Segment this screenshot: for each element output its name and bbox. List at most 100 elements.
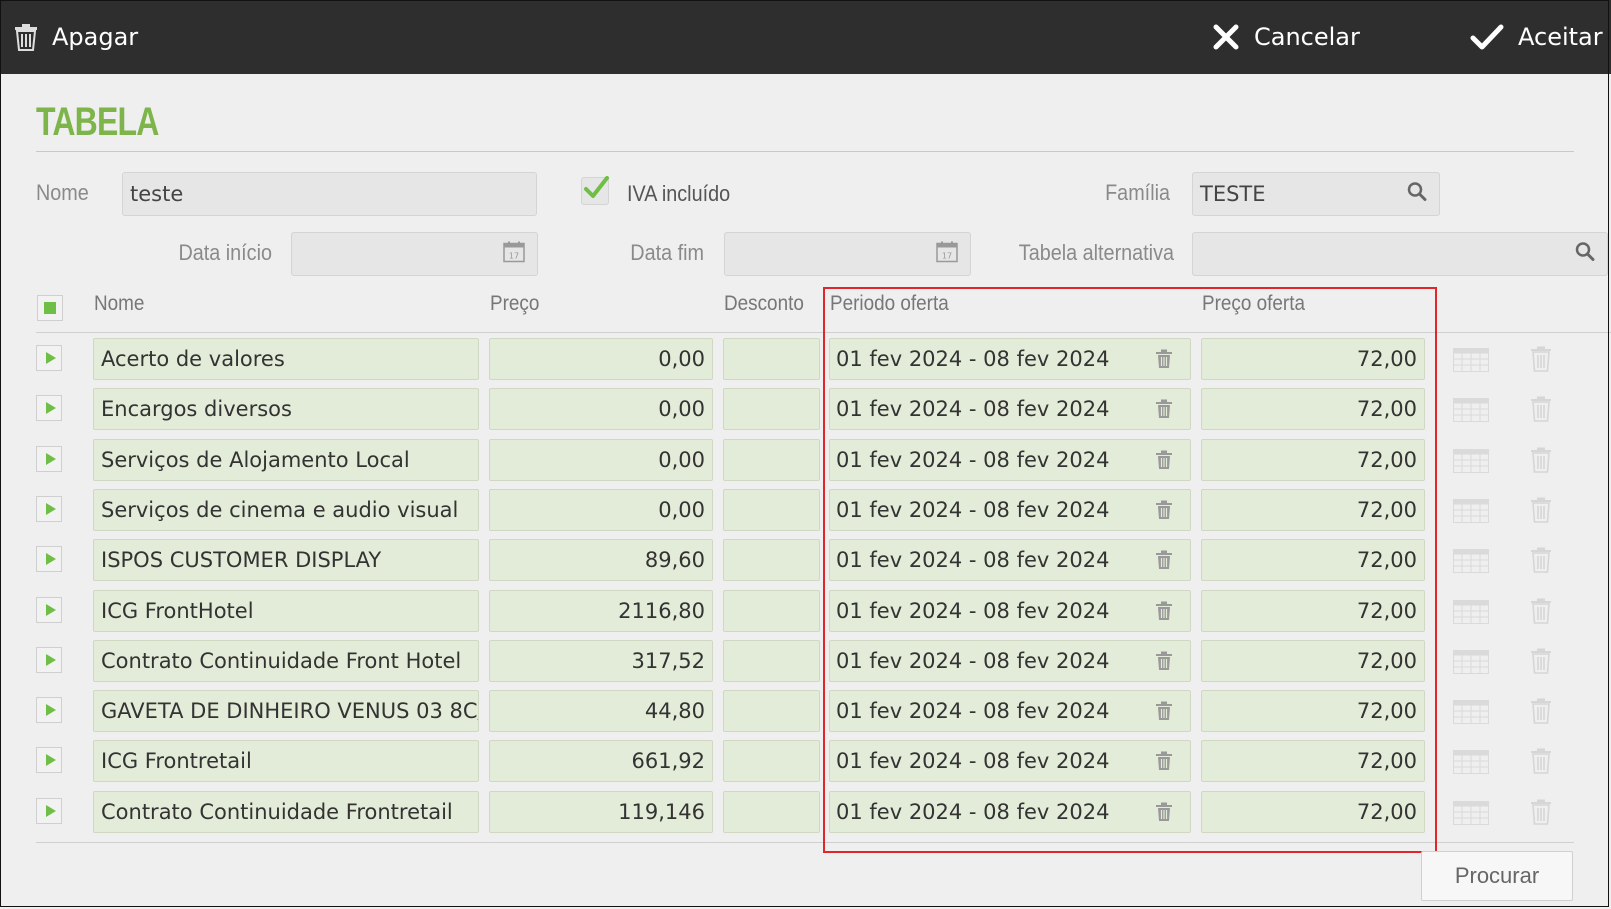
row-discount-cell[interactable]: [723, 740, 820, 782]
table-grid-icon[interactable]: [1453, 398, 1489, 426]
clear-period-trash-icon[interactable]: [1156, 399, 1172, 424]
row-price-cell[interactable]: 0,00: [489, 439, 713, 481]
start-date-field[interactable]: 17: [291, 232, 538, 276]
row-name-cell[interactable]: Contrato Continuidade Front Hotel: [93, 640, 479, 682]
delete-row-trash-icon[interactable]: [1531, 799, 1551, 829]
delete-row-trash-icon[interactable]: [1531, 648, 1551, 678]
row-offer-period-cell[interactable]: 01 fev 2024 - 08 fev 2024: [829, 640, 1191, 682]
row-discount-cell[interactable]: [723, 489, 820, 531]
expand-row-button[interactable]: [36, 798, 62, 824]
expand-row-button[interactable]: [36, 647, 62, 673]
row-offer-price-cell[interactable]: 72,00: [1201, 338, 1425, 380]
row-offer-price-cell[interactable]: 72,00: [1201, 791, 1425, 833]
delete-row-trash-icon[interactable]: [1531, 497, 1551, 527]
end-date-field[interactable]: 17: [724, 232, 971, 276]
row-price-cell[interactable]: 0,00: [489, 338, 713, 380]
table-grid-icon[interactable]: [1453, 348, 1489, 376]
row-offer-period-cell[interactable]: 01 fev 2024 - 08 fev 2024: [829, 690, 1191, 732]
expand-row-button[interactable]: [36, 546, 62, 572]
row-discount-cell[interactable]: [723, 690, 820, 732]
header-offer-price[interactable]: Preço oferta: [1202, 292, 1305, 316]
clear-period-trash-icon[interactable]: [1156, 550, 1172, 575]
table-grid-icon[interactable]: [1453, 549, 1489, 577]
table-grid-icon[interactable]: [1453, 449, 1489, 477]
row-offer-price-cell[interactable]: 72,00: [1201, 740, 1425, 782]
row-name-cell[interactable]: Encargos diversos: [93, 388, 479, 430]
row-name-cell[interactable]: ICG Frontretail: [93, 740, 479, 782]
row-offer-period-cell[interactable]: 01 fev 2024 - 08 fev 2024: [829, 489, 1191, 531]
expand-row-button[interactable]: [36, 345, 62, 371]
row-price-cell[interactable]: 119,146: [489, 791, 713, 833]
row-offer-price-cell[interactable]: 72,00: [1201, 439, 1425, 481]
table-grid-icon[interactable]: [1453, 801, 1489, 829]
table-grid-icon[interactable]: [1453, 750, 1489, 778]
name-field[interactable]: teste: [122, 172, 537, 216]
vat-included-checkbox[interactable]: [581, 176, 609, 205]
row-price-cell[interactable]: 2116,80: [489, 590, 713, 632]
header-price[interactable]: Preço: [490, 292, 539, 316]
row-price-cell[interactable]: 317,52: [489, 640, 713, 682]
delete-row-trash-icon[interactable]: [1531, 346, 1551, 376]
calendar-icon[interactable]: 17: [503, 241, 525, 268]
header-offer-period[interactable]: Periodo oferta: [830, 292, 949, 316]
row-discount-cell[interactable]: [723, 388, 820, 430]
clear-period-trash-icon[interactable]: [1156, 701, 1172, 726]
search-icon[interactable]: [1575, 242, 1595, 267]
row-name-cell[interactable]: ISPOS CUSTOMER DISPLAY: [93, 539, 479, 581]
row-discount-cell[interactable]: [723, 439, 820, 481]
row-discount-cell[interactable]: [723, 338, 820, 380]
delete-row-trash-icon[interactable]: [1531, 598, 1551, 628]
row-offer-period-cell[interactable]: 01 fev 2024 - 08 fev 2024: [829, 791, 1191, 833]
clear-period-trash-icon[interactable]: [1156, 802, 1172, 827]
row-name-cell[interactable]: GAVETA DE DINHEIRO VENUS 03 8C/4B: [93, 690, 479, 732]
row-name-cell[interactable]: Contrato Continuidade Frontretail: [93, 791, 479, 833]
row-offer-price-cell[interactable]: 72,00: [1201, 539, 1425, 581]
row-discount-cell[interactable]: [723, 590, 820, 632]
expand-row-button[interactable]: [36, 747, 62, 773]
row-offer-period-cell[interactable]: 01 fev 2024 - 08 fev 2024: [829, 539, 1191, 581]
row-discount-cell[interactable]: [723, 791, 820, 833]
row-price-cell[interactable]: 661,92: [489, 740, 713, 782]
row-offer-period-cell[interactable]: 01 fev 2024 - 08 fev 2024: [829, 439, 1191, 481]
row-name-cell[interactable]: Acerto de valores: [93, 338, 479, 380]
clear-period-trash-icon[interactable]: [1156, 651, 1172, 676]
table-grid-icon[interactable]: [1453, 700, 1489, 728]
row-price-cell[interactable]: 0,00: [489, 388, 713, 430]
cancel-button[interactable]: Cancelar: [1212, 0, 1360, 74]
row-name-cell[interactable]: ICG FrontHotel: [93, 590, 479, 632]
table-grid-icon[interactable]: [1453, 650, 1489, 678]
select-all-checkbox[interactable]: [37, 295, 63, 321]
clear-period-trash-icon[interactable]: [1156, 349, 1172, 374]
row-offer-period-cell[interactable]: 01 fev 2024 - 08 fev 2024: [829, 388, 1191, 430]
row-name-cell[interactable]: Serviços de Alojamento Local: [93, 439, 479, 481]
row-price-cell[interactable]: 89,60: [489, 539, 713, 581]
clear-period-trash-icon[interactable]: [1156, 450, 1172, 475]
row-offer-price-cell[interactable]: 72,00: [1201, 388, 1425, 430]
row-offer-price-cell[interactable]: 72,00: [1201, 640, 1425, 682]
delete-row-trash-icon[interactable]: [1531, 698, 1551, 728]
header-name[interactable]: Nome: [94, 292, 144, 316]
header-discount[interactable]: Desconto: [724, 292, 804, 316]
table-grid-icon[interactable]: [1453, 499, 1489, 527]
row-offer-period-cell[interactable]: 01 fev 2024 - 08 fev 2024: [829, 740, 1191, 782]
delete-row-trash-icon[interactable]: [1531, 396, 1551, 426]
table-grid-icon[interactable]: [1453, 600, 1489, 628]
delete-row-trash-icon[interactable]: [1531, 447, 1551, 477]
delete-row-trash-icon[interactable]: [1531, 748, 1551, 778]
search-button[interactable]: Procurar: [1421, 851, 1573, 901]
clear-period-trash-icon[interactable]: [1156, 500, 1172, 525]
row-offer-period-cell[interactable]: 01 fev 2024 - 08 fev 2024: [829, 590, 1191, 632]
row-offer-price-cell[interactable]: 72,00: [1201, 690, 1425, 732]
expand-row-button[interactable]: [36, 446, 62, 472]
row-discount-cell[interactable]: [723, 539, 820, 581]
clear-period-trash-icon[interactable]: [1156, 751, 1172, 776]
family-field[interactable]: TESTE: [1192, 172, 1440, 216]
row-offer-period-cell[interactable]: 01 fev 2024 - 08 fev 2024: [829, 338, 1191, 380]
row-offer-price-cell[interactable]: 72,00: [1201, 489, 1425, 531]
expand-row-button[interactable]: [36, 697, 62, 723]
calendar-icon[interactable]: 17: [936, 241, 958, 268]
accept-button[interactable]: Aceitar: [1470, 0, 1603, 74]
expand-row-button[interactable]: [36, 597, 62, 623]
delete-button[interactable]: Apagar: [14, 0, 138, 74]
expand-row-button[interactable]: [36, 496, 62, 522]
